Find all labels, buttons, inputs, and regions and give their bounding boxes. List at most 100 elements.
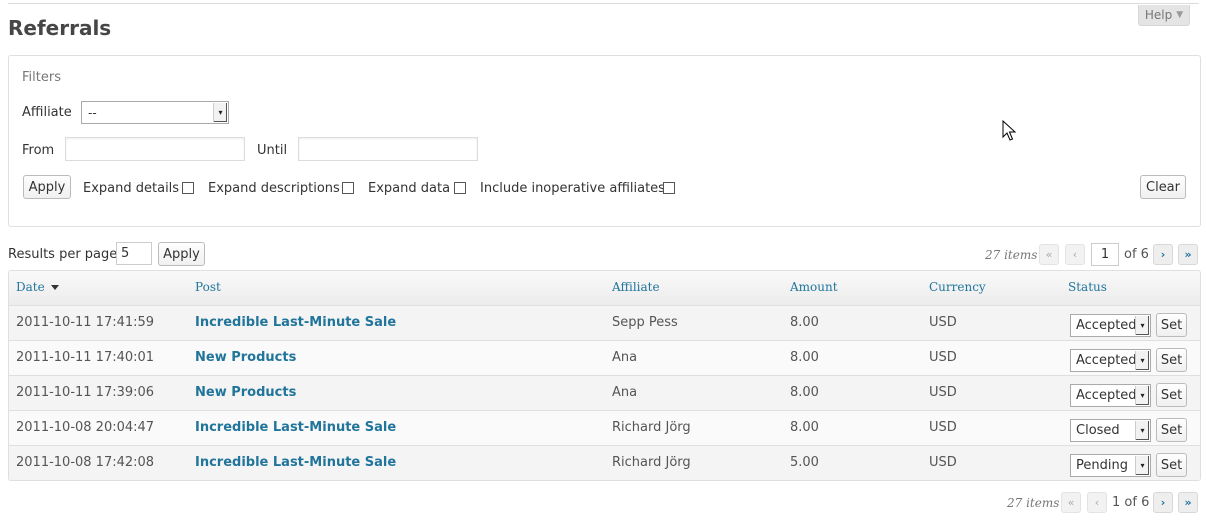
cell-affiliate: Ana xyxy=(612,385,638,400)
table-row: 2011-10-11 17:41:59 Incredible Last-Minu… xyxy=(9,306,1200,341)
status-select[interactable]: Accepted ▾ xyxy=(1070,349,1151,372)
cell-affiliate: Richard Jörg xyxy=(612,455,691,470)
affiliate-select-value: -- xyxy=(88,105,97,120)
set-status-button[interactable]: Set xyxy=(1156,348,1187,372)
last-page-button-bottom[interactable]: » xyxy=(1178,492,1198,513)
include-inoperative-label: Include inoperative affiliates xyxy=(480,181,665,196)
status-select[interactable]: Pending ▾ xyxy=(1070,454,1151,477)
cell-date: 2011-10-11 17:40:01 xyxy=(16,350,155,365)
cell-amount: 8.00 xyxy=(790,385,819,400)
prev-page-button[interactable]: ‹ xyxy=(1065,244,1085,265)
next-page-button[interactable]: › xyxy=(1153,244,1173,265)
filters-legend: Filters xyxy=(22,70,61,85)
until-label: Until xyxy=(257,143,288,158)
chevron-down-icon: ▾ xyxy=(213,103,227,122)
cell-date: 2011-10-11 17:39:06 xyxy=(16,385,155,400)
referrals-table: Date Post Affiliate Amount Currency Stat… xyxy=(8,270,1201,481)
column-header-amount[interactable]: Amount xyxy=(790,280,838,294)
page-indicator-bottom: 1 of 6 xyxy=(1112,495,1150,510)
items-count: 27 items xyxy=(985,248,1038,262)
cell-amount: 8.00 xyxy=(790,350,819,365)
first-page-button[interactable]: « xyxy=(1039,244,1059,265)
column-header-date-label: Date xyxy=(16,280,45,294)
filters-apply-button[interactable]: Apply xyxy=(23,175,71,199)
from-label: From xyxy=(22,143,55,158)
chevron-down-icon: ▾ xyxy=(1135,421,1149,440)
status-select-value: Accepted xyxy=(1076,388,1137,403)
expand-descriptions-label: Expand descriptions xyxy=(208,181,340,196)
expand-descriptions-checkbox[interactable] xyxy=(342,182,354,194)
column-header-affiliate[interactable]: Affiliate xyxy=(612,280,660,294)
affiliate-select[interactable]: -- ▾ xyxy=(81,101,229,124)
status-select-value: Accepted xyxy=(1076,353,1137,368)
from-date-input[interactable] xyxy=(65,137,245,161)
include-inoperative-checkbox[interactable] xyxy=(663,182,675,194)
chevron-down-icon: ▾ xyxy=(1135,351,1149,370)
affiliate-label: Affiliate xyxy=(22,105,72,120)
cell-date: 2011-10-11 17:41:59 xyxy=(16,315,155,330)
sort-desc-icon xyxy=(50,285,59,290)
items-count-bottom: 27 items xyxy=(1007,496,1060,510)
expand-details-label: Expand details xyxy=(83,181,180,196)
chevron-down-icon: ▾ xyxy=(1135,456,1149,475)
filters-panel: Filters Affiliate -- ▾ From Until Apply … xyxy=(8,55,1201,227)
next-page-button-bottom[interactable]: › xyxy=(1153,492,1173,513)
until-date-input[interactable] xyxy=(298,137,478,161)
table-row: 2011-10-08 17:42:08 Incredible Last-Minu… xyxy=(9,446,1200,480)
status-select[interactable]: Accepted ▾ xyxy=(1070,384,1151,407)
mouse-pointer-icon xyxy=(1002,120,1016,141)
expand-data-checkbox[interactable] xyxy=(454,182,466,194)
chevron-down-icon: ▾ xyxy=(1135,386,1149,405)
chevron-down-icon: ▼ xyxy=(1176,10,1184,20)
cell-affiliate: Richard Jörg xyxy=(612,420,691,435)
cell-currency: USD xyxy=(929,315,957,330)
chevron-down-icon: ▾ xyxy=(1135,316,1149,335)
cell-date: 2011-10-08 20:04:47 xyxy=(16,420,155,435)
cell-post-link[interactable]: New Products xyxy=(195,350,296,365)
first-page-button-bottom[interactable]: « xyxy=(1061,492,1081,513)
page-title: Referrals xyxy=(8,16,112,40)
table-row: 2011-10-08 20:04:47 Incredible Last-Minu… xyxy=(9,411,1200,446)
cell-post-link[interactable]: New Products xyxy=(195,385,296,400)
help-label: Help xyxy=(1144,8,1173,22)
top-divider xyxy=(8,3,1199,4)
set-status-button[interactable]: Set xyxy=(1156,418,1187,442)
help-button[interactable]: Help ▼ xyxy=(1138,5,1190,26)
cell-affiliate: Sepp Pess xyxy=(612,315,678,330)
expand-data-label: Expand data xyxy=(368,181,451,196)
results-apply-button[interactable]: Apply xyxy=(158,242,205,266)
status-select-value: Pending xyxy=(1076,458,1128,473)
cell-currency: USD xyxy=(929,420,957,435)
set-status-button[interactable]: Set xyxy=(1156,313,1187,337)
filters-clear-button[interactable]: Clear xyxy=(1140,175,1186,199)
cell-affiliate: Ana xyxy=(612,350,638,365)
results-per-page-label: Results per page xyxy=(8,247,118,262)
cell-amount: 8.00 xyxy=(790,315,819,330)
column-header-post[interactable]: Post xyxy=(195,280,221,294)
cell-post-link[interactable]: Incredible Last-Minute Sale xyxy=(195,420,396,435)
cell-post-link[interactable]: Incredible Last-Minute Sale xyxy=(195,315,396,330)
expand-details-checkbox[interactable] xyxy=(182,182,194,194)
set-status-button[interactable]: Set xyxy=(1156,453,1187,477)
column-header-currency[interactable]: Currency xyxy=(929,280,986,294)
set-status-button[interactable]: Set xyxy=(1156,383,1187,407)
cell-amount: 8.00 xyxy=(790,420,819,435)
current-page-input[interactable]: 1 xyxy=(1091,243,1119,266)
prev-page-button-bottom[interactable]: ‹ xyxy=(1087,492,1107,513)
status-select[interactable]: Closed ▾ xyxy=(1070,419,1151,442)
cell-date: 2011-10-08 17:42:08 xyxy=(16,455,155,470)
status-select[interactable]: Accepted ▾ xyxy=(1070,314,1151,337)
table-header: Date Post Affiliate Amount Currency Stat… xyxy=(9,271,1200,306)
page-total-label: of 6 xyxy=(1124,247,1149,262)
cell-currency: USD xyxy=(929,350,957,365)
column-header-status[interactable]: Status xyxy=(1068,280,1107,294)
results-per-page-input[interactable]: 5 xyxy=(116,242,152,265)
last-page-button[interactable]: » xyxy=(1178,244,1198,265)
status-select-value: Accepted xyxy=(1076,318,1137,333)
table-row: 2011-10-11 17:40:01 New Products Ana 8.0… xyxy=(9,341,1200,376)
column-header-date[interactable]: Date xyxy=(16,280,59,294)
cell-currency: USD xyxy=(929,455,957,470)
cell-post-link[interactable]: Incredible Last-Minute Sale xyxy=(195,455,396,470)
cell-amount: 5.00 xyxy=(790,455,819,470)
table-row: 2011-10-11 17:39:06 New Products Ana 8.0… xyxy=(9,376,1200,411)
